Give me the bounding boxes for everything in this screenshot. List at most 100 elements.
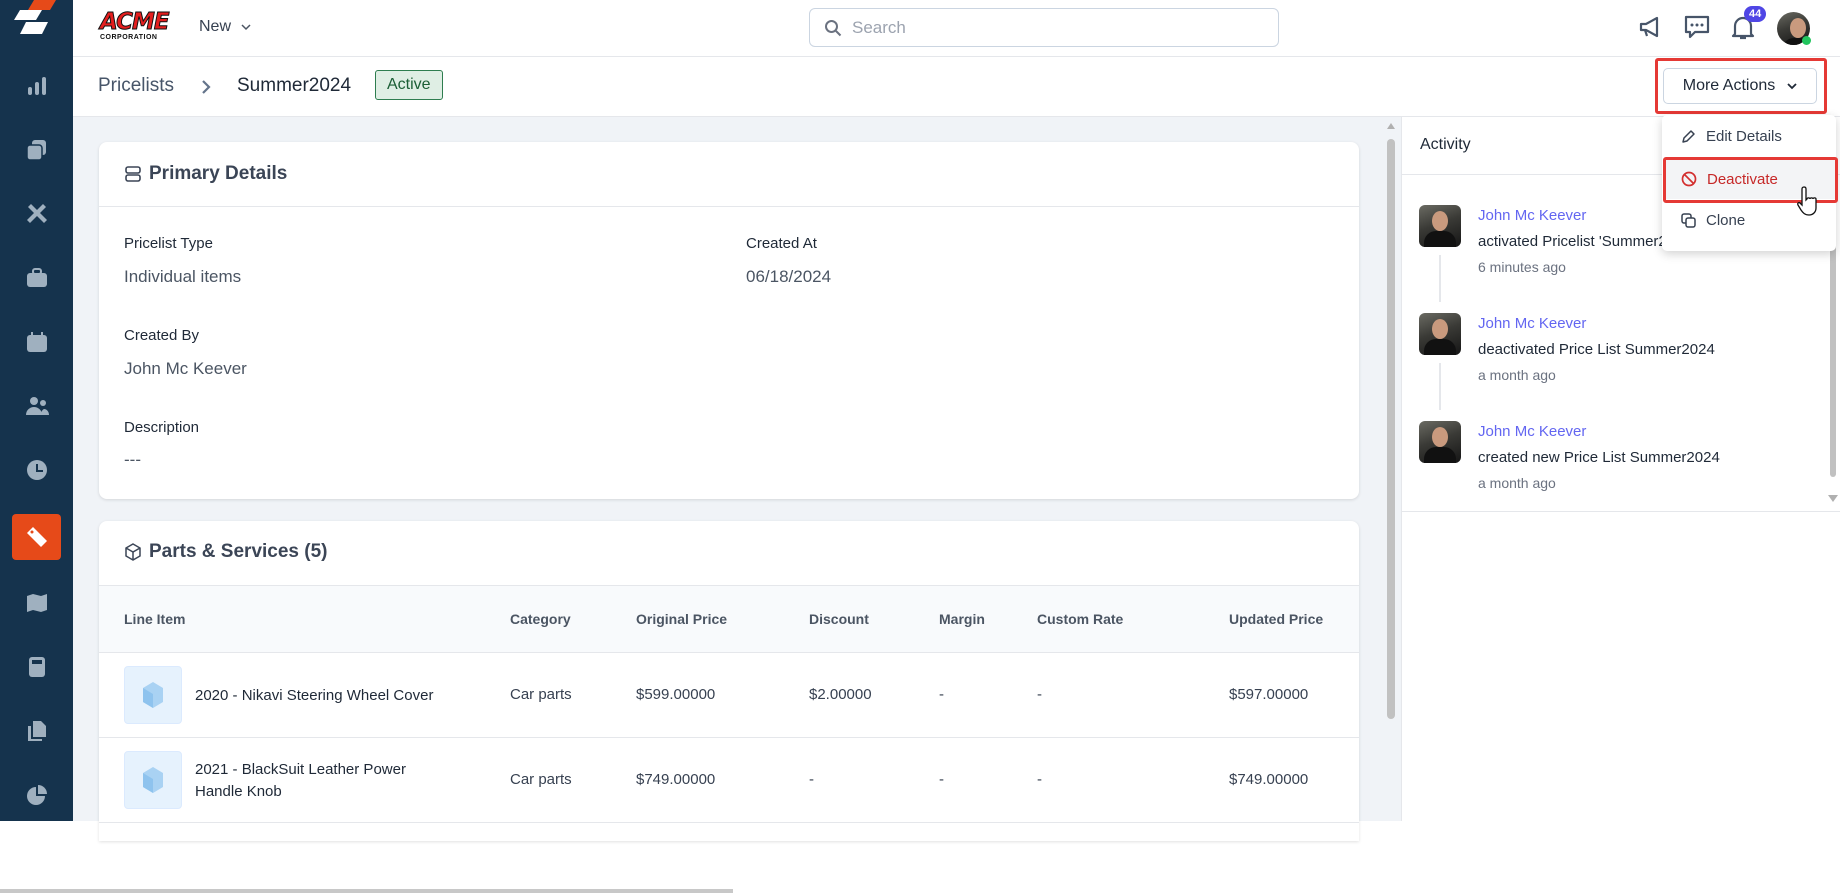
table-cell: - bbox=[1037, 686, 1042, 703]
parts-services-header: Parts & Services (5) bbox=[125, 541, 328, 563]
sidebar-item-map[interactable] bbox=[12, 580, 61, 626]
table-cell: - bbox=[939, 771, 944, 788]
avatar bbox=[1419, 205, 1461, 247]
created-at-value: 06/18/2024 bbox=[746, 267, 832, 286]
status-badge: Active bbox=[375, 70, 443, 100]
column-header: Custom Rate bbox=[1037, 611, 1124, 627]
table-cell: - bbox=[809, 771, 814, 788]
sidebar-item-work[interactable] bbox=[12, 255, 61, 301]
activity-user[interactable]: John Mc Keever bbox=[1478, 207, 1586, 224]
table-cell: - bbox=[1037, 771, 1042, 788]
sidebar-item-timesheets[interactable] bbox=[12, 447, 61, 493]
breadcrumb-pricelists[interactable]: Pricelists bbox=[98, 75, 174, 97]
cube-icon bbox=[125, 543, 141, 561]
created-at-label: Created At bbox=[746, 235, 817, 252]
horizontal-scrollbar[interactable] bbox=[0, 889, 733, 893]
activity-item: John Mc Keever deactivated Price List Su… bbox=[1419, 313, 1819, 410]
table-cell: $597.00000 bbox=[1229, 686, 1309, 703]
files-icon bbox=[27, 721, 46, 741]
server-icon bbox=[125, 166, 141, 182]
table-cell: 2021 - BlackSuit Leather Power Handle Kn… bbox=[195, 760, 406, 800]
search-placeholder: Search bbox=[852, 17, 906, 37]
chat-icon[interactable] bbox=[1683, 14, 1711, 40]
column-header: Original Price bbox=[636, 611, 728, 627]
company-logo[interactable]: ACME CORPORATION bbox=[100, 10, 176, 44]
created-by-label: Created By bbox=[124, 327, 200, 344]
more-actions-button[interactable]: More Actions bbox=[1663, 68, 1817, 104]
table-cell: $749.00000 bbox=[636, 771, 716, 788]
column-header: Discount bbox=[809, 611, 869, 627]
table-cell: Car parts bbox=[510, 771, 572, 788]
table-row[interactable]: 2021 - BlackSuit Leather Power Handle Kn… bbox=[99, 738, 1359, 823]
table-cell: 2020 - Nikavi Steering Wheel Cover bbox=[195, 686, 434, 704]
sidebar bbox=[0, 0, 73, 821]
parts-services-title: Parts & Services (5) bbox=[149, 541, 328, 562]
pricelist-type-label: Pricelist Type bbox=[124, 235, 213, 252]
timeline-connector bbox=[1439, 363, 1441, 410]
scroll-down-arrow[interactable] bbox=[1828, 495, 1838, 502]
logo-text: ACME bbox=[100, 9, 171, 35]
primary-details-title: Primary Details bbox=[149, 163, 288, 184]
avatar bbox=[1419, 421, 1461, 463]
sidebar-item-pricelists[interactable] bbox=[12, 514, 61, 560]
tools-icon bbox=[26, 204, 47, 223]
menu-item-edit-details[interactable]: Edit Details bbox=[1663, 116, 1835, 156]
sidebar-item-jobs[interactable] bbox=[12, 127, 61, 173]
table-cell: $599.00000 bbox=[636, 686, 716, 703]
parts-services-card: Parts & Services (5) Line Item Category Or… bbox=[99, 521, 1359, 841]
calculator-icon bbox=[28, 657, 45, 677]
activity-time: a month ago bbox=[1478, 367, 1556, 383]
column-header: Updated Price bbox=[1229, 611, 1324, 627]
chart-bar-icon bbox=[27, 77, 46, 95]
activity-user[interactable]: John Mc Keever bbox=[1478, 315, 1586, 332]
menu-item-label: Clone bbox=[1706, 211, 1746, 229]
column-header: Category bbox=[510, 611, 571, 627]
new-button[interactable]: New bbox=[199, 18, 251, 36]
sidebar-item-analytics[interactable] bbox=[12, 772, 61, 818]
search-input[interactable]: Search bbox=[809, 8, 1279, 47]
hand-cursor-icon bbox=[1797, 186, 1817, 216]
table-cell: - bbox=[939, 686, 944, 703]
main-scrollbar[interactable] bbox=[1385, 117, 1397, 821]
clock-icon bbox=[26, 460, 47, 480]
chevron-down-icon bbox=[1787, 83, 1797, 90]
table-cell: $2.00000 bbox=[809, 686, 872, 703]
table-cell: $749.00000 bbox=[1229, 771, 1309, 788]
sidebar-item-estimates[interactable] bbox=[12, 644, 61, 690]
created-by-value: John Mc Keever bbox=[124, 359, 247, 378]
main-content: Primary Details Pricelist Type Individua… bbox=[73, 117, 1401, 841]
activity-text: created new Price List Summer2024 bbox=[1478, 449, 1720, 466]
scroll-up-arrow[interactable] bbox=[1387, 123, 1395, 129]
pricelist-type-value: Individual items bbox=[124, 267, 242, 286]
app-logo[interactable] bbox=[12, 0, 56, 36]
sidebar-item-customers[interactable] bbox=[12, 383, 61, 429]
top-bar: ACME CORPORATION New Search 44 bbox=[73, 0, 1840, 57]
megaphone-icon[interactable] bbox=[1638, 14, 1664, 40]
scrollbar-thumb[interactable] bbox=[1387, 139, 1395, 719]
sidebar-item-services[interactable] bbox=[12, 191, 61, 237]
search-icon bbox=[825, 19, 842, 36]
primary-details-card: Primary Details Pricelist Type Individua… bbox=[99, 142, 1359, 499]
item-thumbnail bbox=[124, 666, 182, 724]
sidebar-item-reports[interactable] bbox=[12, 63, 61, 109]
clipboard-check-icon bbox=[25, 140, 46, 161]
new-label: New bbox=[199, 18, 232, 35]
table-row[interactable]: 2020 - Nikavi Steering Wheel Cover Car pa… bbox=[99, 653, 1359, 738]
copy-icon bbox=[1681, 212, 1696, 228]
more-actions-label: More Actions bbox=[1682, 77, 1776, 94]
notification-badge: 44 bbox=[1744, 6, 1767, 22]
activity-user[interactable]: John Mc Keever bbox=[1478, 423, 1586, 440]
cube-icon bbox=[143, 682, 163, 708]
description-label: Description bbox=[124, 419, 200, 436]
briefcase-icon bbox=[26, 268, 47, 287]
cube-icon bbox=[143, 767, 163, 793]
tag-icon bbox=[26, 527, 47, 547]
notifications-button[interactable]: 44 bbox=[1730, 6, 1767, 42]
sidebar-item-documents[interactable] bbox=[12, 708, 61, 754]
pie-chart-icon bbox=[26, 785, 47, 805]
column-header: Line Item bbox=[124, 611, 186, 627]
sidebar-item-calendar[interactable] bbox=[12, 319, 61, 365]
activity-time: a month ago bbox=[1478, 475, 1556, 491]
online-status-dot bbox=[1802, 36, 1811, 45]
description-value: --- bbox=[124, 450, 141, 469]
